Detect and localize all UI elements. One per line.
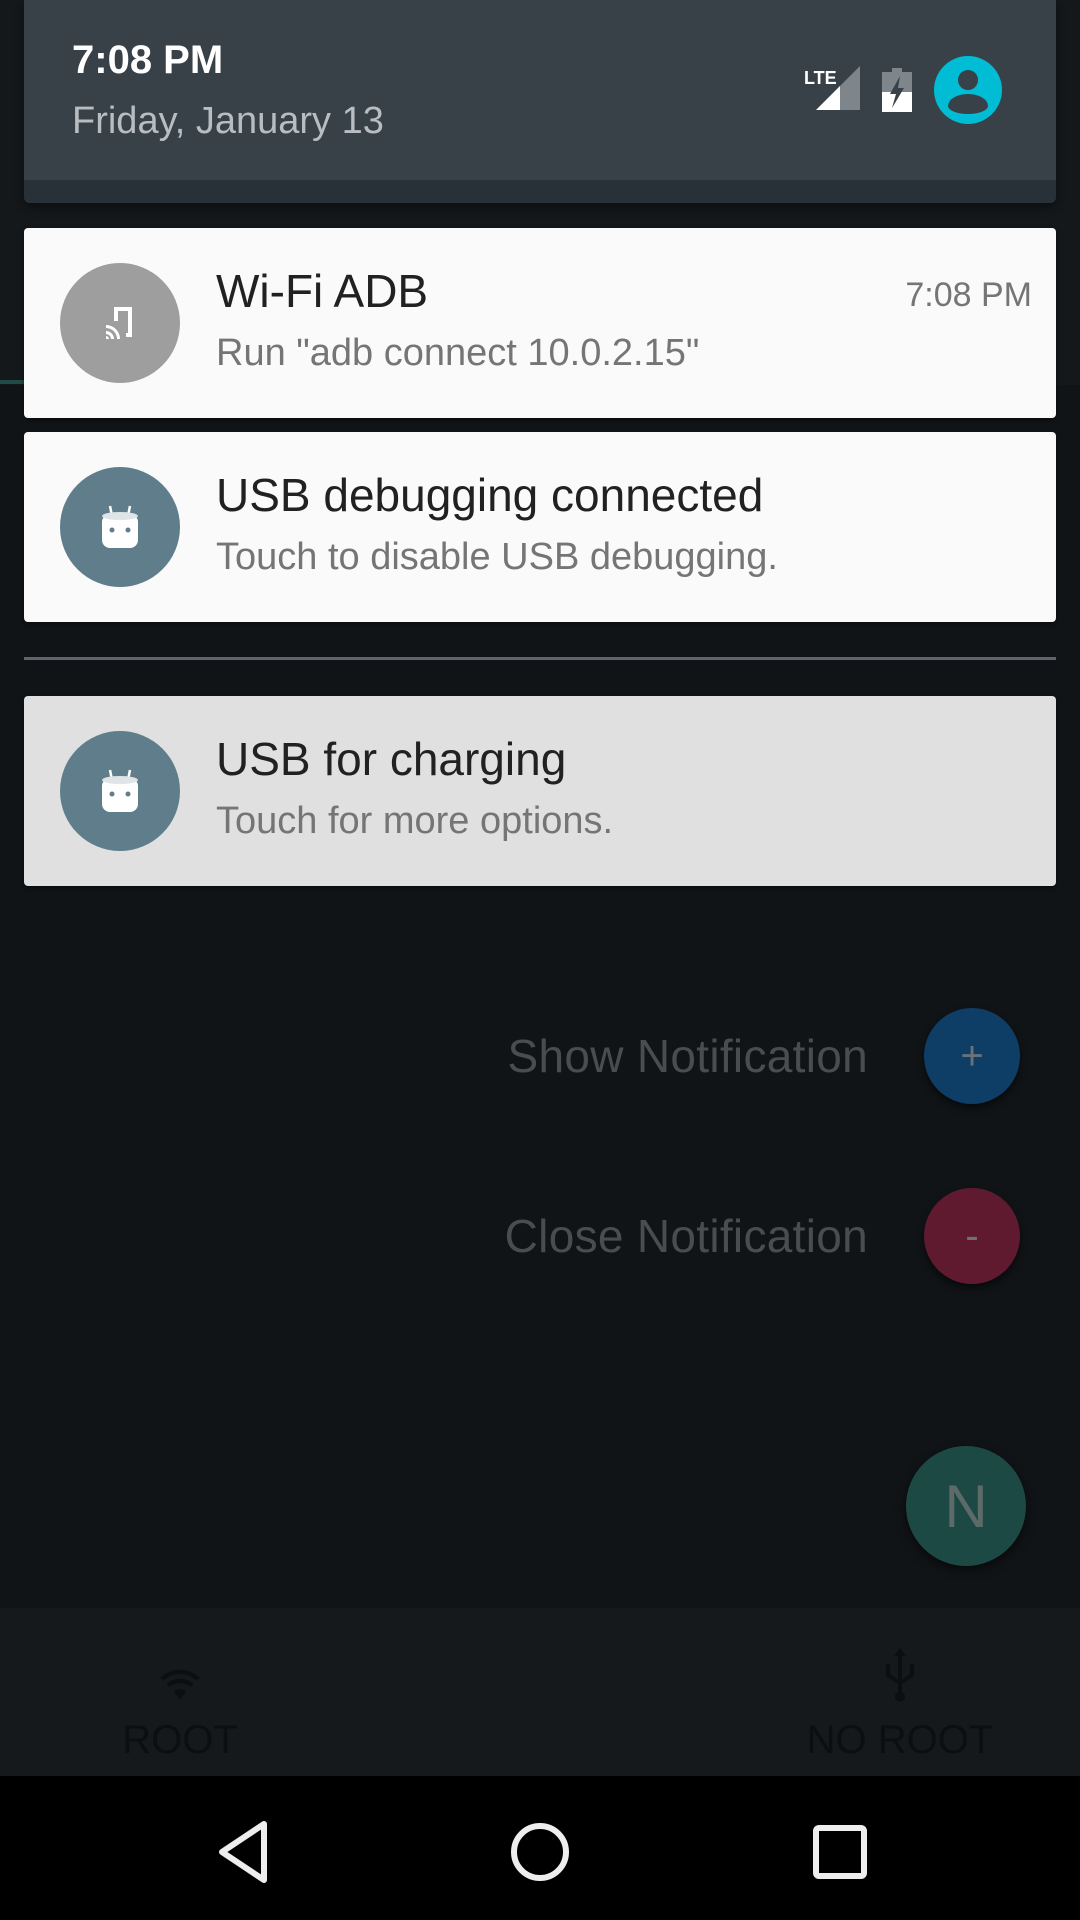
- header-date[interactable]: Friday, January 13: [72, 100, 384, 143]
- cast-phone-icon: [60, 263, 180, 383]
- main-fab-button[interactable]: N: [906, 1446, 1026, 1566]
- minus-icon: -: [965, 1213, 979, 1258]
- android-marshmallow-icon: [60, 467, 180, 587]
- usb-icon: [880, 1648, 920, 1708]
- header-bottom-strip: [24, 180, 1056, 203]
- show-notification-row: Show Notification +: [507, 1008, 1020, 1104]
- fab-letter: N: [944, 1472, 988, 1540]
- lte-label: LTE: [804, 68, 837, 88]
- notification-text: Touch to disable USB debugging.: [216, 536, 778, 578]
- recents-icon: [813, 1825, 867, 1879]
- tab-root[interactable]: ROOT: [30, 1608, 330, 1776]
- header-status-icons: LTE: [782, 56, 1002, 124]
- close-notification-button[interactable]: -: [924, 1188, 1020, 1284]
- notification-text: Run "adb connect 10.0.2.15": [216, 332, 700, 374]
- close-notification-label: Close Notification: [504, 1210, 868, 1262]
- tab-no-root[interactable]: NO ROOT: [750, 1608, 1050, 1776]
- notification-shade-header[interactable]: 7:08 PM Friday, January 13 LTE: [24, 0, 1056, 203]
- lte-signal-icon: LTE: [804, 66, 860, 114]
- navigation-bar: [0, 1776, 1080, 1920]
- notification-title: USB for charging: [216, 733, 567, 785]
- notification-usb-charging[interactable]: USB for charging Touch for more options.: [24, 696, 1056, 886]
- notification-divider: [24, 657, 1056, 660]
- recents-button[interactable]: [800, 1812, 880, 1892]
- back-icon: [219, 1821, 267, 1883]
- wifi-icon: [155, 1648, 205, 1708]
- user-avatar-icon[interactable]: [934, 56, 1002, 124]
- back-button[interactable]: [202, 1812, 282, 1892]
- home-button[interactable]: [500, 1812, 580, 1892]
- tab-no-root-label: NO ROOT: [806, 1718, 994, 1762]
- plus-icon: +: [960, 1033, 984, 1078]
- screen: Show Notification + Close Notification -…: [0, 0, 1080, 1920]
- notification-title: Wi-Fi ADB: [216, 265, 429, 317]
- header-clock: 7:08 PM: [72, 38, 224, 82]
- home-icon: [511, 1823, 569, 1881]
- android-marshmallow-icon: [60, 731, 180, 851]
- show-notification-label: Show Notification: [507, 1030, 868, 1082]
- show-notification-button[interactable]: +: [924, 1008, 1020, 1104]
- notification-text: Touch for more options.: [216, 800, 614, 842]
- battery-charging-icon: [882, 68, 912, 112]
- notification-time: 7:08 PM: [905, 276, 1032, 314]
- notification-title: USB debugging connected: [216, 469, 764, 521]
- close-notification-row: Close Notification -: [505, 1188, 1020, 1284]
- notification-wifi-adb[interactable]: Wi-Fi ADB Run "adb connect 10.0.2.15" 7:…: [24, 228, 1056, 418]
- notification-usb-debugging[interactable]: USB debugging connected Touch to disable…: [24, 432, 1056, 622]
- bottom-tab-bar: ROOT NO ROOT: [0, 1608, 1080, 1776]
- tab-root-label: ROOT: [122, 1718, 238, 1762]
